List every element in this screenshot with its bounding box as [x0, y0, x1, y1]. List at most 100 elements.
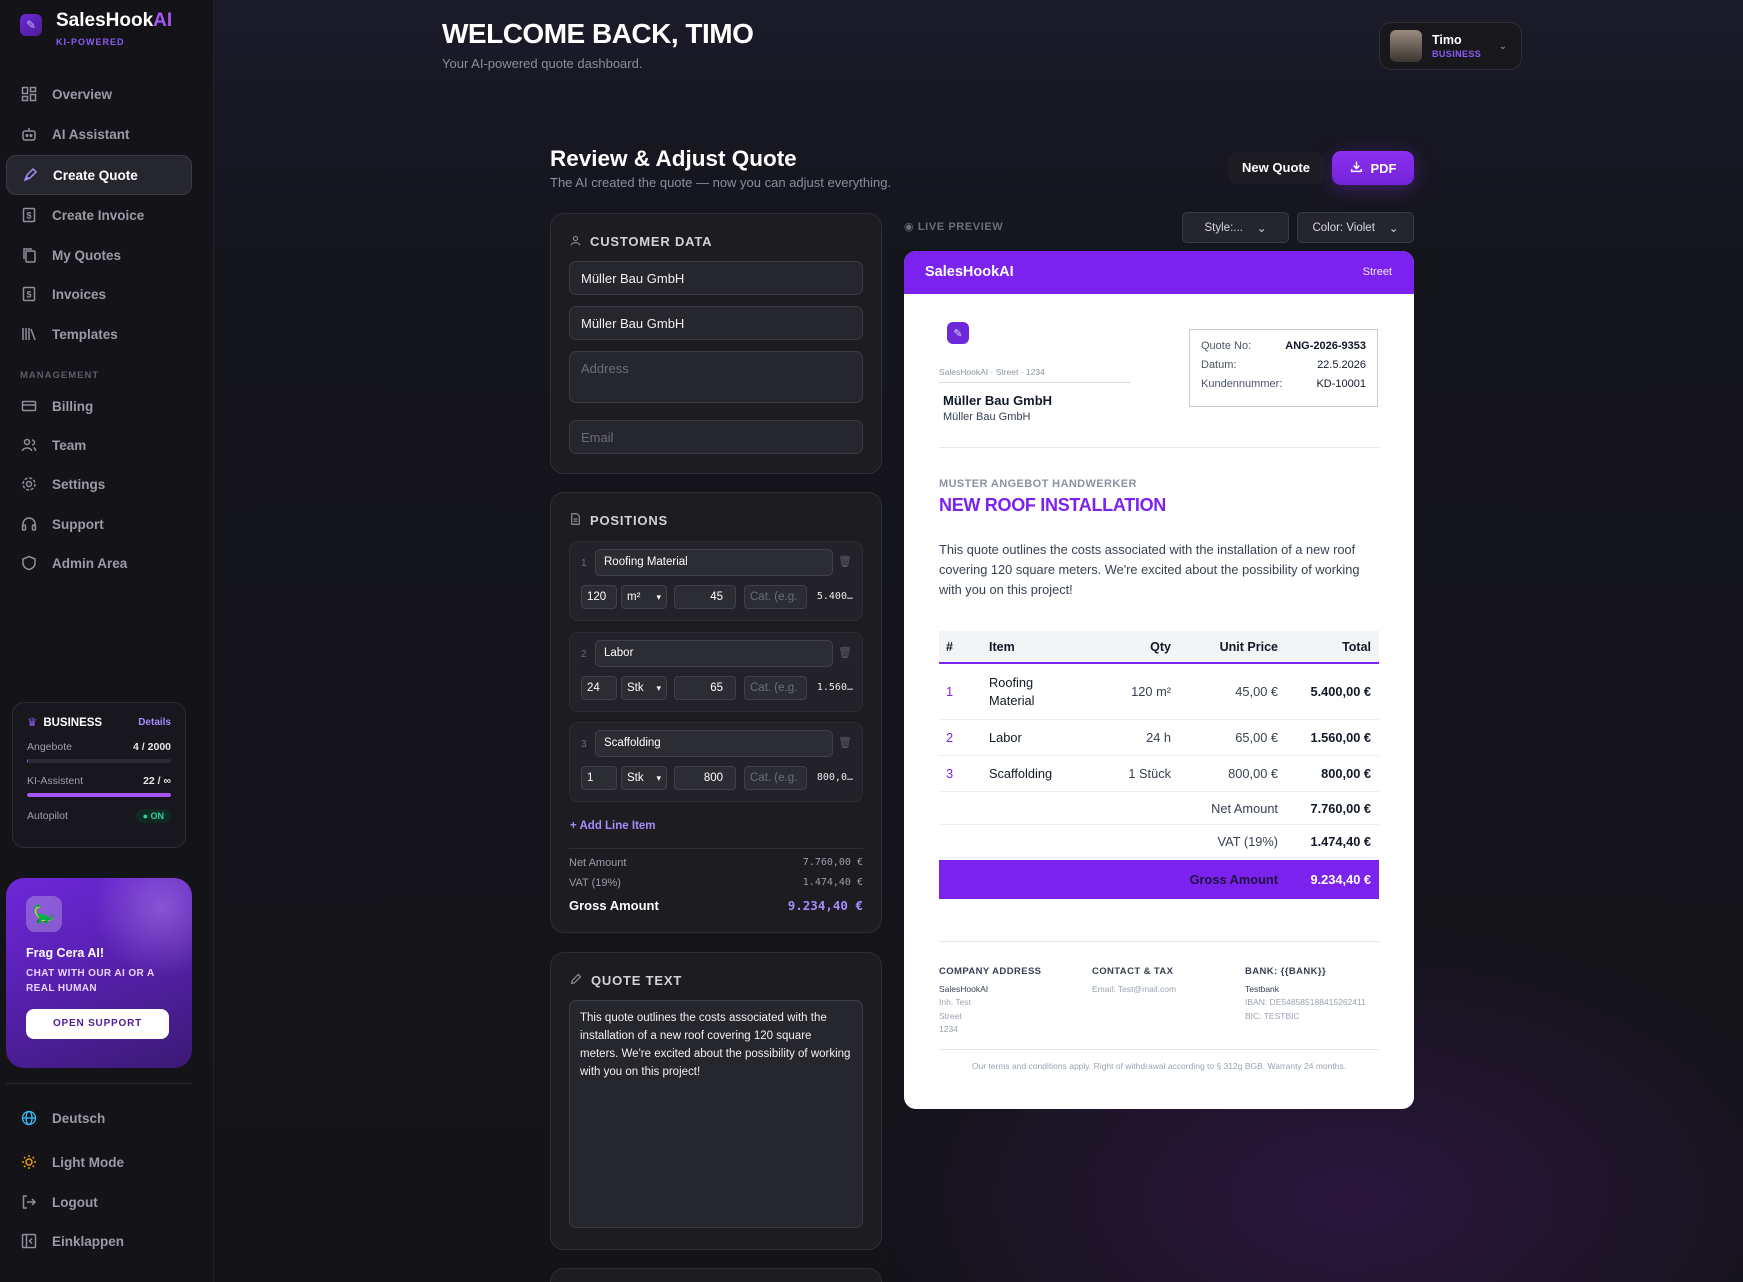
- avatar: [1390, 30, 1422, 62]
- nav-item-settings[interactable]: Settings: [6, 464, 192, 504]
- position-name-input[interactable]: Scaffolding: [595, 730, 833, 757]
- position-price-input[interactable]: 800: [674, 766, 736, 790]
- support-subtitle: CHAT WITH OUR AI OR A REAL HUMAN: [26, 968, 155, 994]
- color-dropdown[interactable]: Color: Violet ⌄: [1297, 212, 1414, 243]
- position-qty-input[interactable]: 1: [581, 766, 617, 790]
- document-icon: [570, 513, 581, 528]
- position-price-input[interactable]: 45: [674, 585, 736, 609]
- preview-header-band: SalesHookAI Street: [904, 251, 1414, 294]
- nav-item-support[interactable]: Support: [6, 504, 192, 544]
- position-number: 3: [581, 739, 587, 750]
- position-unit-select[interactable]: Stk ▾: [621, 676, 667, 700]
- welcome-subtitle: Your AI-powered quote dashboard.: [442, 56, 643, 71]
- nav-item-collapse[interactable]: Einklappen: [6, 1221, 192, 1261]
- user-menu[interactable]: Timo BUSINESS ⌄: [1379, 22, 1522, 70]
- company-name-input[interactable]: Müller Bau GmbH: [569, 261, 863, 295]
- net-amount-row: Net Amount 7.760,00 €: [569, 857, 863, 869]
- preview-divider: [939, 941, 1379, 942]
- trash-icon[interactable]: 🗑: [838, 736, 852, 749]
- quote-text-area[interactable]: This quote outlines the costs associated…: [569, 1000, 863, 1228]
- position-total: 5.400…: [816, 591, 853, 602]
- plan-details-link[interactable]: Details: [138, 717, 171, 728]
- open-support-button[interactable]: OPEN SUPPORT: [26, 1009, 169, 1039]
- position-name-input[interactable]: Labor: [595, 640, 833, 667]
- nav-item-admin-area[interactable]: Admin Area: [6, 543, 192, 583]
- position-category-input[interactable]: Cat. (e.g.: [744, 585, 807, 609]
- preview-net-row: Net Amount 7.760,00 €: [939, 792, 1379, 825]
- shield-icon: [20, 554, 38, 572]
- position-category-input[interactable]: Cat. (e.g.: [744, 766, 807, 790]
- preview-meta-box: Quote No: ANG-2026-9353 Datum: 22.5.2026 K…: [1189, 329, 1378, 407]
- nav-item-language[interactable]: Deutsch: [6, 1098, 192, 1138]
- svg-text:$: $: [26, 211, 31, 221]
- preview-gross-row: Gross Amount 9.234,40 €: [939, 860, 1379, 899]
- ai-usage-fill: [27, 793, 171, 797]
- position-qty-input[interactable]: 24: [581, 676, 617, 700]
- sun-icon: [20, 1153, 38, 1171]
- customer-data-panel: CUSTOMER DATA Müller Bau GmbH Müller Bau…: [550, 213, 882, 474]
- brand-name: SalesHookAI: [56, 10, 173, 31]
- nav-label: Invoices: [52, 286, 107, 302]
- position-price-input[interactable]: 65: [674, 676, 736, 700]
- robot-icon: [20, 125, 38, 143]
- plan-card: ♛ BUSINESS Details Angebote 4 / 2000 KI-As…: [12, 702, 186, 848]
- preview-customer-contact: Müller Bau GmbH: [943, 411, 1031, 423]
- nav-item-light-mode[interactable]: Light Mode: [6, 1142, 192, 1182]
- nav-item-ai-assistant[interactable]: AI Assistant: [6, 114, 192, 154]
- new-quote-button[interactable]: New Quote: [1228, 152, 1324, 184]
- positions-panel: POSITIONS 1 Roofing Material 🗑 120 m² ▾ 4…: [550, 492, 882, 933]
- trash-icon[interactable]: 🗑: [838, 555, 852, 568]
- style-dropdown[interactable]: Style:... ⌄: [1182, 212, 1289, 243]
- brand[interactable]: ✎ SalesHookAI KI-POWERED: [20, 10, 172, 47]
- live-preview-label: ◉ LIVE PREVIEW: [904, 221, 1004, 233]
- nav-label: My Quotes: [52, 247, 122, 263]
- ai-usage-bar: [27, 793, 171, 797]
- nav-item-invoices[interactable]: $ Invoices: [6, 274, 192, 314]
- nav-label: Einklappen: [52, 1233, 125, 1249]
- headset-icon: [20, 515, 38, 533]
- position-category-input[interactable]: Cat. (e.g.: [744, 676, 807, 700]
- nav-item-team[interactable]: Team: [6, 425, 192, 465]
- nav-item-my-quotes[interactable]: My Quotes: [6, 235, 192, 275]
- quotes-usage-bar: [27, 759, 171, 763]
- nav-label: Settings: [52, 476, 106, 492]
- contact-name-input[interactable]: Müller Bau GmbH: [569, 306, 863, 340]
- nav-item-create-invoice[interactable]: $ Create Invoice: [6, 195, 192, 235]
- add-line-item-button[interactable]: + Add Line Item: [570, 820, 656, 832]
- position-qty-input[interactable]: 120: [581, 585, 617, 609]
- nav-item-billing[interactable]: Billing: [6, 386, 192, 426]
- pdf-download-button[interactable]: PDF: [1332, 151, 1414, 185]
- nav-item-templates[interactable]: Templates: [6, 314, 192, 354]
- dollar-file-icon: $: [20, 206, 38, 224]
- table-row: 2 Labor 24 h 65,00 € 1.560,00 €: [939, 720, 1379, 756]
- nav-item-create-quote[interactable]: Create Quote: [6, 155, 192, 195]
- section-label-management: MANAGEMENT: [20, 370, 100, 381]
- brand-logo-icon: ✎: [20, 14, 42, 36]
- nav-label: Deutsch: [52, 1110, 106, 1126]
- chevron-down-icon: ⌄: [1498, 40, 1507, 52]
- cera-avatar-icon: 🦕: [26, 896, 62, 932]
- pencil-icon: [570, 973, 582, 988]
- preview-divider: [939, 1049, 1379, 1050]
- nav-item-logout[interactable]: Logout: [6, 1182, 192, 1222]
- preview-logo-icon: ✎: [947, 322, 969, 344]
- position-unit-select[interactable]: m² ▾: [621, 585, 667, 609]
- address-input[interactable]: Address: [569, 351, 863, 403]
- email-input[interactable]: Email: [569, 420, 863, 454]
- page-subtitle: The AI created the quote — now you can a…: [550, 175, 892, 190]
- position-total: 800,0…: [816, 772, 853, 783]
- trash-icon[interactable]: 🗑: [838, 646, 852, 659]
- position-unit-select[interactable]: Stk ▾: [621, 766, 667, 790]
- preview-items-table: # Item Qty Unit Price Total 1 Roofing Ma…: [939, 631, 1379, 899]
- autopilot-status-badge[interactable]: ● ON: [135, 809, 171, 823]
- position-name-input[interactable]: Roofing Material: [595, 549, 833, 576]
- pen-icon: [21, 166, 39, 184]
- support-card: 🦕 Frag Cera AI! CHAT WITH OUR AI OR A RE…: [6, 878, 192, 1068]
- nav-label: Admin Area: [52, 555, 128, 571]
- crown-icon: ♛: [27, 717, 38, 729]
- footer-company-address: COMPANY ADDRESS SalesHookAI Inh. Test St…: [939, 966, 1042, 1034]
- nav-item-overview[interactable]: Overview: [6, 74, 192, 114]
- next-panel: [550, 1268, 882, 1282]
- preview-legal-text: Our terms and conditions apply. Right of…: [971, 1061, 1347, 1071]
- collapse-icon: [20, 1232, 38, 1250]
